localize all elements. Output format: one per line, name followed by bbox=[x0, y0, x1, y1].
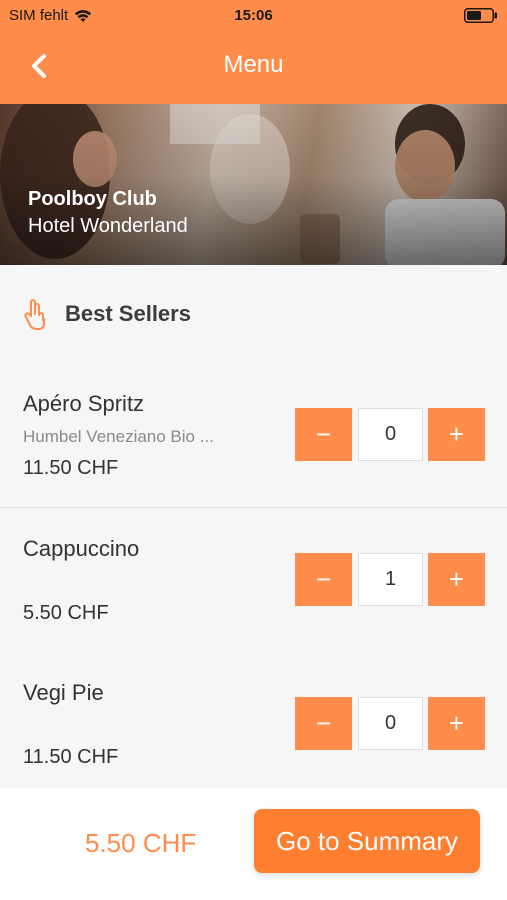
item-price: 11.50 CHF bbox=[23, 746, 119, 768]
quantity-value: 1 bbox=[358, 553, 423, 606]
item-price: 11.50 CHF bbox=[23, 457, 119, 479]
increase-button[interactable]: + bbox=[428, 553, 485, 606]
venue-hero-image: Poolboy Club Hotel Wonderland bbox=[0, 104, 507, 265]
quantity-stepper: − 0 + bbox=[295, 408, 485, 461]
menu-item: Cappuccino 5.50 CHF − 1 + bbox=[0, 508, 507, 653]
clock: 15:06 bbox=[234, 7, 273, 24]
order-footer: 5.50 CHF Go to Summary bbox=[0, 788, 507, 900]
order-total: 5.50 CHF bbox=[85, 828, 197, 858]
venue-info: Poolboy Club Hotel Wonderland bbox=[28, 188, 188, 238]
menu-item: Apéro Spritz Humbel Veneziano Bio ... 11… bbox=[0, 363, 507, 508]
increase-button[interactable]: + bbox=[428, 697, 485, 750]
go-to-summary-button[interactable]: Go to Summary bbox=[254, 809, 480, 873]
hotel-name: Hotel Wonderland bbox=[28, 215, 188, 237]
item-name: Vegi Pie bbox=[23, 680, 104, 705]
increase-button[interactable]: + bbox=[428, 408, 485, 461]
item-name: Cappuccino bbox=[23, 536, 140, 561]
decrease-button[interactable]: − bbox=[295, 408, 352, 461]
item-price: 5.50 CHF bbox=[23, 602, 109, 624]
item-description: Humbel Veneziano Bio ... bbox=[23, 427, 214, 446]
quantity-value: 0 bbox=[358, 408, 423, 461]
status-bar: SIM fehlt 15:06 bbox=[0, 0, 507, 32]
decrease-button[interactable]: − bbox=[295, 697, 352, 750]
decrease-button[interactable]: − bbox=[295, 553, 352, 606]
venue-name: Poolboy Club bbox=[28, 188, 157, 210]
top-bar: SIM fehlt 15:06 Menu bbox=[0, 0, 507, 104]
page-title: Menu bbox=[223, 51, 284, 78]
menu-item: Vegi Pie 11.50 CHF − 0 + bbox=[0, 652, 507, 797]
quantity-value: 0 bbox=[358, 697, 423, 750]
quantity-stepper: − 1 + bbox=[295, 553, 485, 606]
section-title: Best Sellers bbox=[65, 301, 191, 326]
quantity-stepper: − 0 + bbox=[295, 697, 485, 750]
hand-peace-icon bbox=[24, 299, 45, 330]
battery-icon bbox=[464, 8, 497, 23]
item-name: Apéro Spritz bbox=[23, 391, 145, 416]
navigation-bar: Menu bbox=[0, 32, 507, 104]
hero-overlay bbox=[0, 104, 507, 265]
